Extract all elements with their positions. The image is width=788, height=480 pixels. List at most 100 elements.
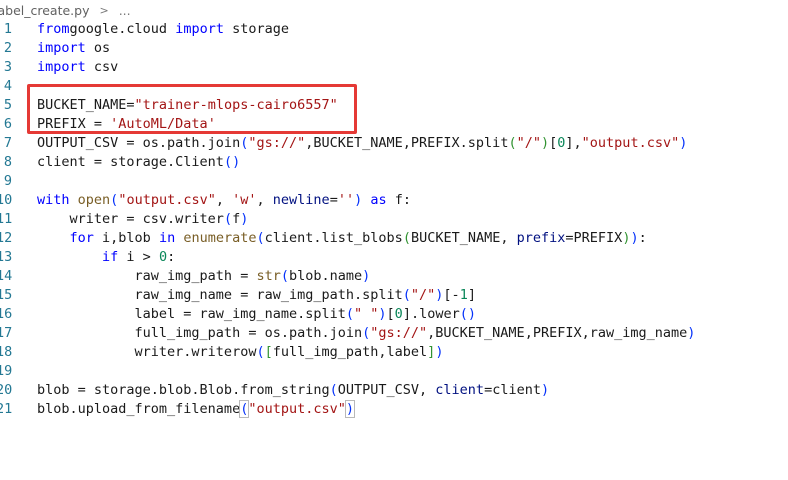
code-text: blob = storage.blob.Blob.from_string(OUT…: [37, 381, 549, 400]
line-number: 8: [3, 154, 12, 170]
code-token: client: [435, 382, 485, 398]
code-token: import: [175, 21, 224, 37]
code-token: (: [402, 287, 411, 303]
code-token: for: [69, 230, 94, 246]
code-token: import: [37, 59, 86, 75]
code-token: ): [354, 192, 363, 208]
code-token: if: [102, 249, 119, 265]
code-text: full_img_path = os.path.join("gs://",BUC…: [37, 324, 696, 343]
code-token: ): [540, 382, 550, 398]
code-line[interactable]: 16 label = raw_img_name.split(" ")[0].lo…: [0, 305, 788, 324]
code-token: (): [459, 306, 476, 322]
code-line[interactable]: 7 OUTPUT_CSV = os.path.join ("gs://",BUCKE…: [0, 134, 788, 153]
code-token: csv: [85, 59, 119, 75]
code-token: OUTPUT_CSV,: [337, 382, 436, 398]
code-line[interactable]: 9: [0, 172, 788, 191]
line-number: 16: [0, 306, 13, 322]
code-line[interactable]: 10 with open("output.csv", 'w', newline='…: [0, 191, 788, 210]
code-line[interactable]: 18 writer.writerow([full_img_path,label]…: [0, 343, 788, 362]
code-token: "output.csv": [118, 192, 216, 208]
code-token: ,: [256, 192, 273, 208]
code-token: newline: [272, 192, 330, 208]
code-line[interactable]: 17 full_img_path = os.path.join("gs://",…: [0, 324, 788, 343]
code-token: (: [256, 344, 265, 360]
code-token: writer = csv.writer: [37, 211, 224, 227]
code-line[interactable]: 8 client = storage.Client(): [0, 153, 788, 172]
code-token: ): [630, 230, 639, 246]
code-line[interactable]: 12 for i,blob in enumerate(client.list_b…: [0, 229, 788, 248]
code-line[interactable]: 15 raw_img_name = raw_img_path.split("/"…: [0, 286, 788, 305]
code-text: fromgoogle.cloud import storage: [37, 20, 289, 39]
code-token: ): [378, 306, 387, 322]
line-number: 15: [0, 287, 13, 303]
line-number: 14: [0, 268, 13, 284]
line-number: 7: [3, 135, 12, 151]
code-token: ): [240, 211, 249, 227]
code-token: (): [223, 154, 241, 170]
code-token: BUCKET_NAME,: [410, 230, 517, 246]
code-line[interactable]: 13 if i > 0:: [0, 248, 788, 267]
line-number: 20: [0, 382, 13, 398]
code-line[interactable]: 11 writer = csv.writer(f): [0, 210, 788, 229]
line-number: 17: [0, 325, 13, 341]
code-token: raw_img_name = raw_img_path.split: [37, 287, 403, 303]
code-token: " ": [354, 306, 379, 322]
code-token: writer.writerow: [37, 344, 257, 360]
line-number: 5: [3, 97, 12, 113]
code-token: ): [687, 325, 696, 341]
code-token: "gs://": [370, 325, 428, 341]
line-number: 21: [0, 401, 13, 417]
code-text: import os: [37, 39, 110, 58]
code-line[interactable]: 21 blob.upload_from_filename("output.csv"…: [0, 400, 788, 419]
line-number: 18: [0, 344, 13, 360]
code-text: for i,blob in enumerate(client.list_blob…: [37, 229, 647, 248]
code-token: (: [402, 230, 411, 246]
code-token: 0: [158, 249, 168, 265]
code-token: blob = storage.blob.Blob.from_string: [37, 382, 330, 398]
code-line[interactable]: 19: [0, 362, 788, 381]
code-token: ): [435, 344, 444, 360]
code-token: os: [85, 40, 111, 56]
code-text: OUTPUT_CSV = os.path.join ("gs://",BUCKET…: [37, 134, 687, 153]
line-number: 3: [3, 59, 12, 75]
line-number: 4: [3, 78, 12, 94]
code-token: ].lower: [402, 306, 460, 322]
code-token: i >: [118, 249, 159, 265]
code-token: i,blob: [93, 230, 159, 246]
code-token: :: [638, 230, 647, 246]
code-token: full_img_path = os.path.join: [37, 325, 363, 341]
code-token: 'w': [232, 192, 257, 208]
line-number: 1: [3, 21, 12, 37]
code-token: label = raw_img_name.split: [37, 306, 346, 322]
code-text: writer = csv.writer(f): [37, 210, 249, 229]
code-token: "output.csv": [248, 401, 346, 417]
code-token: ,BUCKET_NAME,PREFIX,raw_img_name: [427, 325, 688, 341]
code-line[interactable]: 20 blob = storage.blob.Blob.from_string(O…: [0, 381, 788, 400]
code-token: ): [679, 135, 688, 151]
code-token: 1: [459, 287, 468, 303]
code-token: ],: [565, 135, 582, 151]
code-token: 0: [394, 306, 403, 322]
code-line[interactable]: 2 import os: [0, 39, 788, 58]
code-text: import csv: [37, 58, 118, 77]
breadcrumb-more[interactable]: ...: [119, 3, 131, 18]
code-token: client = storage.Client: [37, 154, 224, 170]
code-token: in: [158, 230, 176, 246]
code-line[interactable]: 3 import csv: [0, 58, 788, 77]
code-token: =PREFIX: [565, 230, 623, 246]
code-token: (: [280, 268, 289, 284]
code-token: client.list_blobs: [264, 230, 403, 246]
breadcrumb-file[interactable]: label_create.py: [0, 3, 89, 18]
code-token: [: [264, 344, 273, 360]
code-editor[interactable]: label_create.py > ... 1 fromgoogle.cloud …: [0, 0, 788, 480]
code-token: from: [37, 21, 70, 37]
code-line[interactable]: 14 raw_img_path = str(blob.name): [0, 267, 788, 286]
code-token: (: [329, 382, 338, 398]
code-text: with open("output.csv", 'w', newline='')…: [37, 191, 411, 210]
code-line[interactable]: 1 fromgoogle.cloud import storage: [0, 20, 788, 39]
code-area[interactable]: 1 fromgoogle.cloud import storage 2 import …: [0, 20, 788, 419]
code-text: client = storage.Client(): [37, 153, 240, 172]
code-token: (: [345, 306, 354, 322]
code-text: blob.upload_from_filename("output.csv"): [37, 400, 356, 419]
